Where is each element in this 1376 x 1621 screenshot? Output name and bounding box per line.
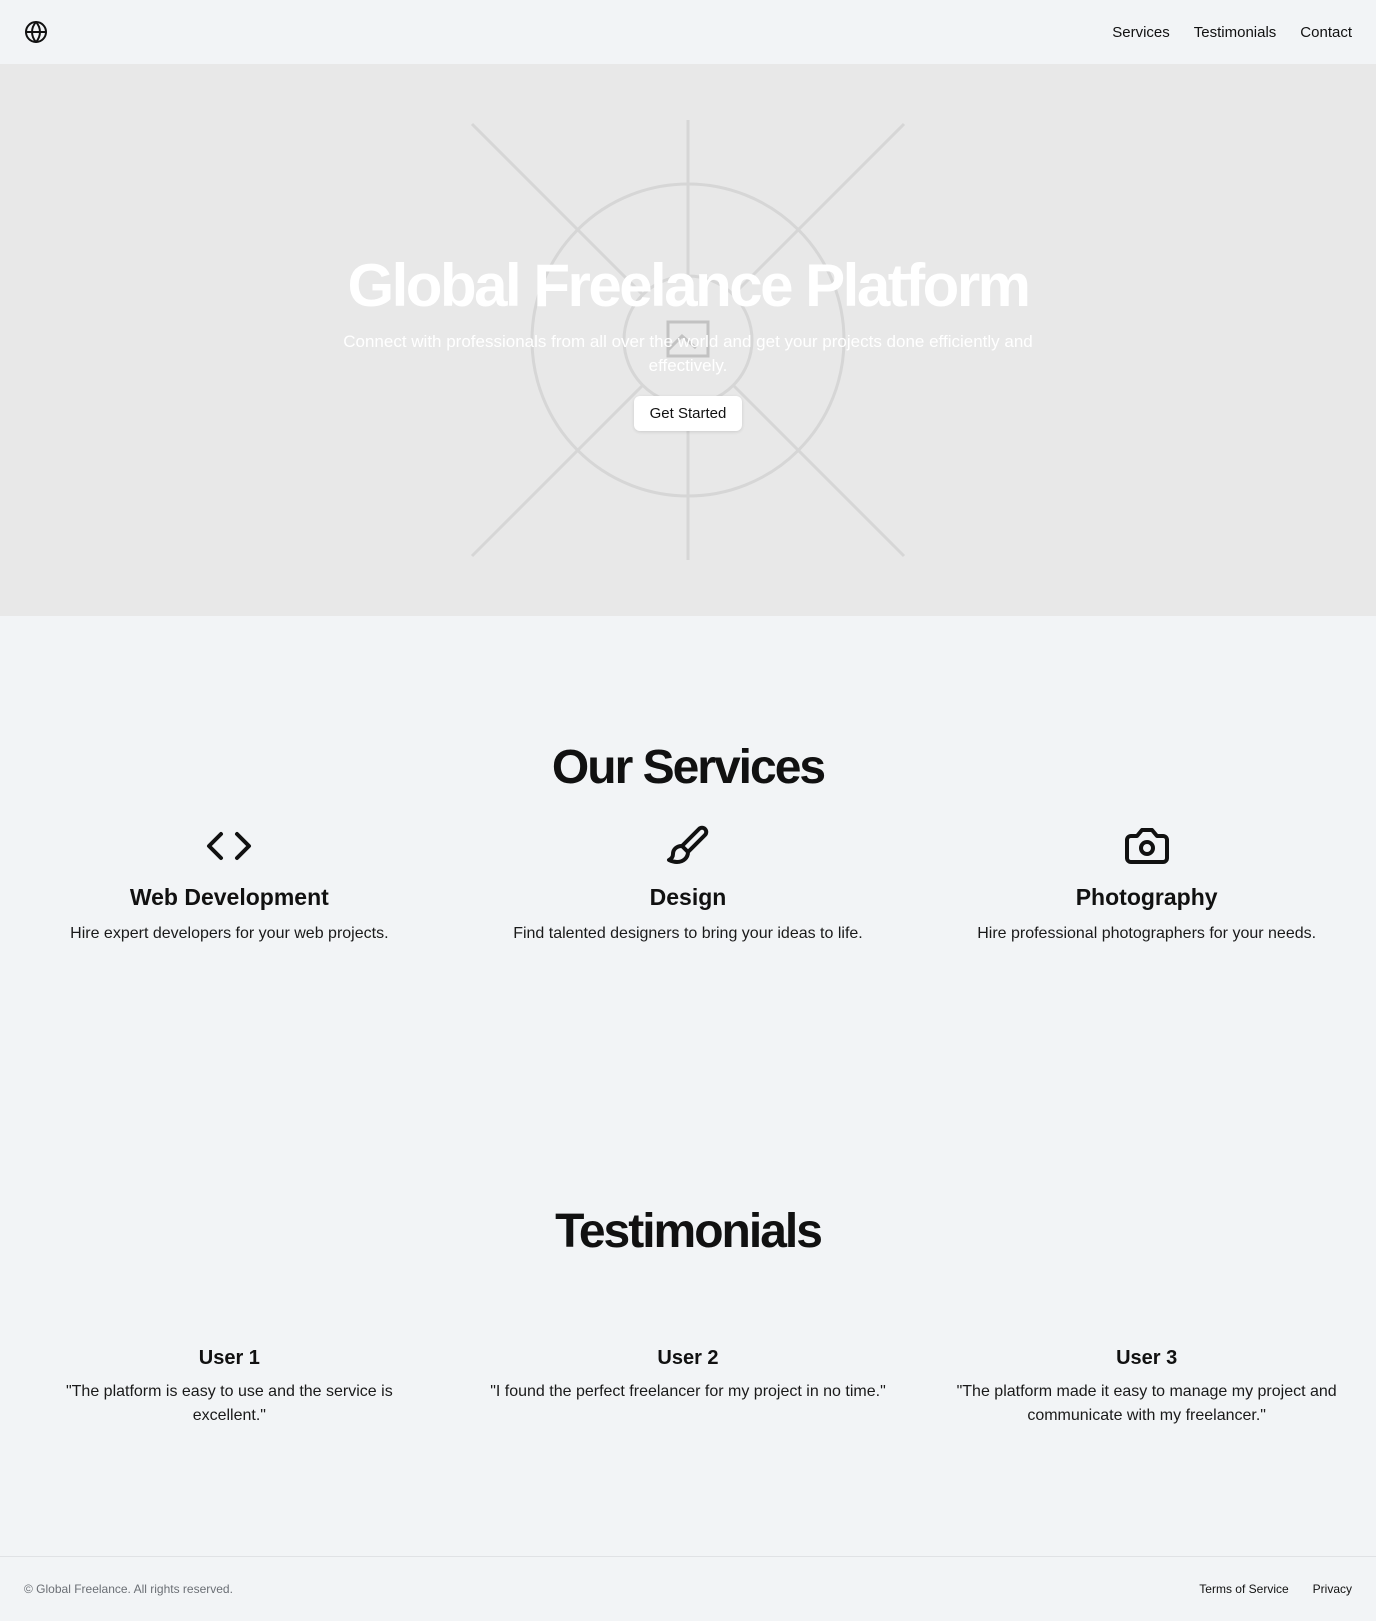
- copyright-text: © Global Freelance. All rights reserved.: [24, 1582, 233, 1596]
- services-heading: Our Services: [551, 741, 826, 794]
- testimonial-name: User 2: [657, 1347, 719, 1369]
- service-title: Photography: [1075, 884, 1218, 910]
- code-icon: [205, 822, 253, 870]
- nav-link-testimonials[interactable]: Testimonials: [1194, 24, 1277, 41]
- testimonial-quote: "I found the perfect freelancer for my p…: [490, 1383, 886, 1400]
- main-nav: Services Testimonials Contact: [1112, 24, 1352, 41]
- testimonial-card: User 3 "The platform made it easy to man…: [917, 1344, 1376, 1428]
- testimonial-name: User 3: [1116, 1347, 1178, 1369]
- hero-subtitle: Connect with professionals from all over…: [343, 332, 1033, 375]
- service-card-photography: Photography Hire professional photograph…: [917, 822, 1376, 946]
- terms-of-service-link[interactable]: Terms of Service: [1199, 1582, 1288, 1596]
- paintbrush-icon: [664, 822, 712, 870]
- testimonial-name: User 1: [198, 1347, 260, 1369]
- testimonials-grid: User 1 "The platform is easy to use and …: [0, 1344, 1376, 1428]
- hero-section: Global Freelance Platform Connect with p…: [0, 64, 1376, 616]
- service-card-web-development: Web Development Hire expert developers f…: [0, 822, 459, 946]
- testimonial-card: User 1 "The platform is easy to use and …: [0, 1344, 459, 1428]
- site-footer: © Global Freelance. All rights reserved.…: [0, 1556, 1376, 1621]
- hero-title: Global Freelance Platform: [347, 252, 1031, 319]
- footer-links: Terms of Service Privacy: [1199, 1582, 1352, 1596]
- privacy-link[interactable]: Privacy: [1313, 1582, 1352, 1596]
- nav-link-contact[interactable]: Contact: [1300, 24, 1352, 41]
- hero-content: Global Freelance Platform Connect with p…: [0, 64, 1376, 616]
- camera-icon: [1123, 822, 1171, 870]
- globe-icon[interactable]: [24, 20, 48, 44]
- service-title: Design: [649, 884, 727, 910]
- services-grid: Web Development Hire expert developers f…: [0, 822, 1376, 946]
- service-description: Hire expert developers for your web proj…: [70, 925, 389, 942]
- service-description: Hire professional photographers for your…: [977, 925, 1317, 942]
- service-card-design: Design Find talented designers to bring …: [459, 822, 918, 946]
- testimonial-quote: "The platform is easy to use and the ser…: [65, 1383, 393, 1424]
- testimonial-quote: "The platform made it easy to manage my …: [956, 1383, 1337, 1424]
- site-header: Services Testimonials Contact: [0, 0, 1376, 64]
- service-title: Web Development: [129, 884, 329, 910]
- nav-link-services[interactable]: Services: [1112, 24, 1170, 41]
- testimonials-heading: Testimonials: [555, 1205, 823, 1258]
- testimonial-card: User 2 "I found the perfect freelancer f…: [459, 1344, 918, 1428]
- service-description: Find talented designers to bring your id…: [513, 925, 863, 942]
- get-started-button[interactable]: Get Started: [633, 396, 743, 431]
